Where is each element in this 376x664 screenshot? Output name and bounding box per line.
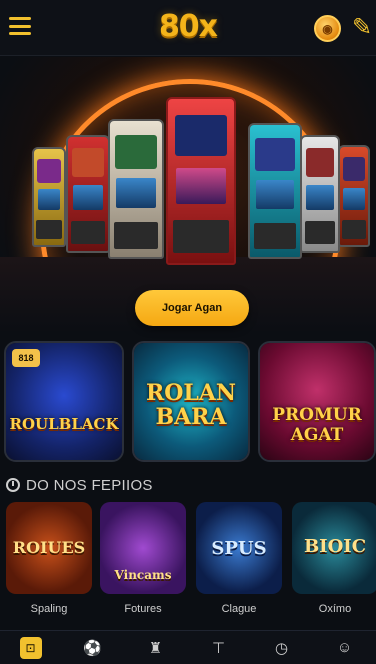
game-tile[interactable]: Vincams Fotures: [100, 502, 186, 620]
coin-icon[interactable]: ◉: [314, 15, 341, 42]
featured-games-row: 818 ROULBLACK ROLAN BARA PROMUR AGAT: [0, 341, 376, 463]
featured-card-title: ROLAN BARA: [145, 380, 237, 430]
section-title: DO NOS FEPIIOS: [26, 476, 153, 494]
game-art-text: SPUS: [211, 538, 267, 559]
featured-card-title: PROMUR AGAT: [272, 405, 362, 445]
slot-machine: [338, 145, 370, 247]
game-art-text: ROIUES: [12, 538, 86, 557]
game-thumbnail: ROIUES: [6, 502, 92, 594]
game-label: Clague: [221, 603, 257, 615]
timer-icon[interactable]: ◷: [270, 636, 294, 660]
game-label: Spaling: [30, 603, 68, 615]
top-bar: 80x ◉ ✎: [0, 0, 376, 56]
game-thumbnail: BIOIC: [292, 502, 376, 594]
section-header: DO NOS FEPIIOS: [6, 475, 153, 495]
featured-card[interactable]: PROMUR AGAT: [258, 341, 376, 462]
bottom-nav: ⊡ ⚽ ♜ ⊤ ◷ ☺: [0, 630, 376, 664]
slot-machine: [32, 147, 66, 247]
game-tile[interactable]: ROIUES Spaling: [6, 502, 92, 620]
game-label: Oxímo: [318, 603, 352, 615]
game-tile[interactable]: BIOIC Oxímo: [292, 502, 376, 620]
sports-icon[interactable]: ⚽: [81, 636, 105, 660]
featured-card-title: ROULBLACK: [9, 415, 119, 433]
game-label: Fotures: [124, 603, 162, 615]
featured-card[interactable]: 818 ROULBLACK: [4, 341, 124, 462]
slot-machine: [108, 119, 164, 259]
game-art-text: Vincams: [114, 568, 172, 582]
game-tile[interactable]: SPUS Clague: [196, 502, 282, 620]
slot-machine: [66, 135, 110, 253]
game-list: ROIUES Spaling Vincams Fotures SPUS Clag…: [0, 502, 376, 620]
table-icon[interactable]: ⊤: [207, 636, 231, 660]
slot-machine: [166, 97, 236, 265]
slot-machine: [300, 135, 340, 253]
game-thumbnail: SPUS: [196, 502, 282, 594]
play-now-button[interactable]: Jogar Agan: [135, 290, 249, 326]
profile-icon[interactable]: ☺: [333, 636, 357, 660]
featured-card[interactable]: ROLAN BARA: [132, 341, 250, 462]
pencil-icon[interactable]: ✎: [352, 14, 376, 42]
game-thumbnail: Vincams: [100, 502, 186, 594]
clock-icon: [6, 478, 20, 492]
home-icon[interactable]: ⊡: [19, 636, 42, 659]
game-art-text: BIOIC: [303, 536, 367, 557]
casino-icon[interactable]: ♜: [144, 636, 168, 660]
slot-machine: [248, 123, 302, 259]
featured-badge: 818: [12, 349, 40, 367]
